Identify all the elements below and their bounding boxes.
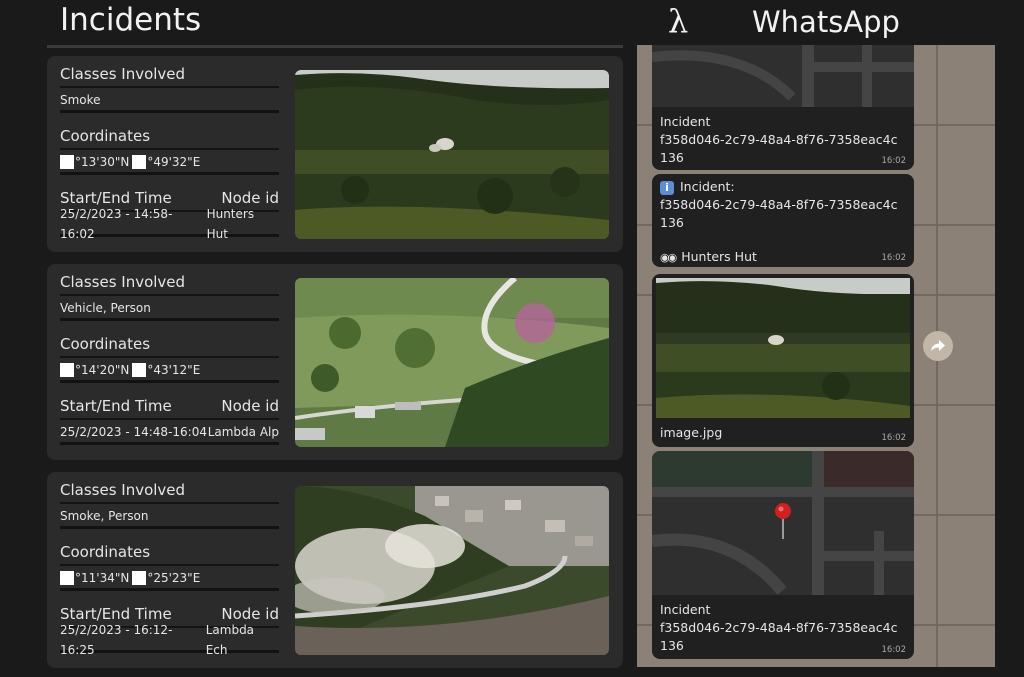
text-message[interactable]: i Incident: f358d046-2c79-48a4-8f76-7358e… xyxy=(652,174,914,267)
latitude: °13'30"N xyxy=(75,155,130,169)
incidents-title: Incidents xyxy=(60,2,202,38)
coordinates-label-text: Coordinates xyxy=(60,127,151,145)
map-preview[interactable] xyxy=(652,45,914,107)
whatsapp-chat-panel[interactable]: Incident f358d046-2c79-48a4-8f76-7358eac… xyxy=(637,45,995,667)
title-divider xyxy=(47,45,623,48)
message-line: f358d046-2c79-48a4-8f76-7358eac4c xyxy=(660,132,898,147)
longitude: °49'32"E xyxy=(147,155,201,169)
hillside-smoke-photo[interactable] xyxy=(295,70,609,239)
coordinates-value: °11'34"N °25'23"E xyxy=(60,568,279,591)
coastal-road-smoke-photo[interactable] xyxy=(295,486,609,655)
time-label: Start/End Time xyxy=(60,397,172,415)
message-time: 16:02 xyxy=(881,156,907,166)
classes-label-text: Classes Involved xyxy=(60,65,186,83)
message-time: 16:02 xyxy=(881,645,907,655)
coordinates-label: Coordinates xyxy=(60,542,279,566)
coordinates-label: Coordinates xyxy=(60,126,279,150)
time-value: 25/2/2023 - 16:12-16:25 xyxy=(60,623,173,657)
incident-info: Classes Involved Smoke, Person Coordinat… xyxy=(60,480,279,657)
info-icon: i xyxy=(660,181,674,195)
classes-label: Classes Involved xyxy=(60,64,279,88)
message-line: 136 xyxy=(660,150,684,165)
time-value: 25/2/2023 - 14:58-16:02 xyxy=(60,207,173,241)
forward-button[interactable] xyxy=(923,331,953,361)
classes-value-text: Smoke xyxy=(60,93,101,107)
coordinates-value: °13'30"N °49'32"E xyxy=(60,152,279,175)
image-caption: image.jpg xyxy=(660,425,723,440)
node-value: Lambda Ech xyxy=(205,623,255,657)
redacted-box xyxy=(132,155,147,169)
classes-value-text: Smoke, Person xyxy=(60,509,149,523)
coordinates-value: °14'20"N °43'12"E xyxy=(60,360,279,383)
classes-label-text: Classes Involved xyxy=(60,481,186,499)
message-text: Incident f358d046-2c79-48a4-8f76-7358eac… xyxy=(652,601,914,655)
redacted-box xyxy=(132,363,147,377)
coordinates-label: Coordinates xyxy=(60,334,279,358)
time-node-value: 25/2/2023 - 14:58-16:02 Hunters Hut xyxy=(60,207,279,241)
forward-icon xyxy=(931,340,945,351)
redacted-box xyxy=(60,571,74,585)
message-line: Incident xyxy=(660,114,711,129)
classes-value: Smoke, Person xyxy=(60,506,279,529)
message-text: i Incident: f358d046-2c79-48a4-8f76-7358e… xyxy=(652,178,914,267)
location-message[interactable]: Incident f358d046-2c79-48a4-8f76-7358eac… xyxy=(652,451,914,659)
image-thumbnail[interactable] xyxy=(656,278,910,418)
incident-info: Classes Involved Vehicle, Person Coordin… xyxy=(60,272,279,445)
time-node-value: 25/2/2023 - 14:48-16:04 Lambda Alp xyxy=(60,422,279,445)
redacted-box xyxy=(60,363,74,377)
latitude: °11'34"N xyxy=(75,571,130,585)
redacted-box xyxy=(60,155,74,169)
node-value: Lambda Alp xyxy=(207,425,279,439)
message-line: 136 xyxy=(660,215,684,230)
longitude: °25'23"E xyxy=(147,571,201,585)
classes-value-text: Vehicle, Person xyxy=(60,301,151,315)
message-time: 16:02 xyxy=(881,433,907,443)
coordinates-label-text: Coordinates xyxy=(60,543,151,561)
latitude: °14'20"N xyxy=(75,363,130,377)
coordinates-label-text: Coordinates xyxy=(60,335,151,353)
incident-info: Classes Involved Smoke Coordinates °13'3… xyxy=(60,64,279,241)
incident-card[interactable]: Classes Involved Smoke, Person Coordinat… xyxy=(47,472,623,668)
message-text: Incident f358d046-2c79-48a4-8f76-7358eac… xyxy=(652,113,914,167)
classes-label-text: Classes Involved xyxy=(60,273,186,291)
redacted-box xyxy=(132,571,147,585)
node-label: Node id xyxy=(221,397,279,415)
incident-card[interactable]: Classes Involved Smoke Coordinates °13'3… xyxy=(47,56,623,252)
lambda-logo: λ xyxy=(668,2,689,40)
message-line: Incident: xyxy=(680,179,735,194)
message-line: Incident xyxy=(660,602,711,617)
location-message[interactable]: Incident f358d046-2c79-48a4-8f76-7358eac… xyxy=(652,45,914,170)
longitude: °43'12"E xyxy=(147,363,201,377)
whatsapp-title: WhatsApp xyxy=(752,5,900,39)
valley-road-photo[interactable] xyxy=(295,278,609,447)
image-message[interactable]: image.jpg 16:02 xyxy=(652,274,914,447)
map-preview[interactable] xyxy=(652,451,914,595)
time-value: 25/2/2023 - 14:48-16:04 xyxy=(60,425,207,439)
message-line: f358d046-2c79-48a4-8f76-7358eac4c xyxy=(660,620,898,635)
classes-label: Classes Involved xyxy=(60,480,279,504)
classes-value: Smoke xyxy=(60,90,279,113)
incident-card[interactable]: Classes Involved Vehicle, Person Coordin… xyxy=(47,264,623,460)
time-node-label: Start/End Time Node id xyxy=(60,396,279,420)
eyes-icon: ◉◉ xyxy=(660,251,677,264)
message-line: 136 xyxy=(660,638,684,653)
classes-label: Classes Involved xyxy=(60,272,279,296)
time-node-value: 25/2/2023 - 16:12-16:25 Lambda Ech xyxy=(60,623,279,657)
node-value: Hunters Hut xyxy=(206,207,255,241)
message-line: f358d046-2c79-48a4-8f76-7358eac4c xyxy=(660,197,898,212)
classes-value: Vehicle, Person xyxy=(60,298,279,321)
message-line: Hunters Hut xyxy=(681,249,757,264)
message-time: 16:02 xyxy=(881,253,907,263)
